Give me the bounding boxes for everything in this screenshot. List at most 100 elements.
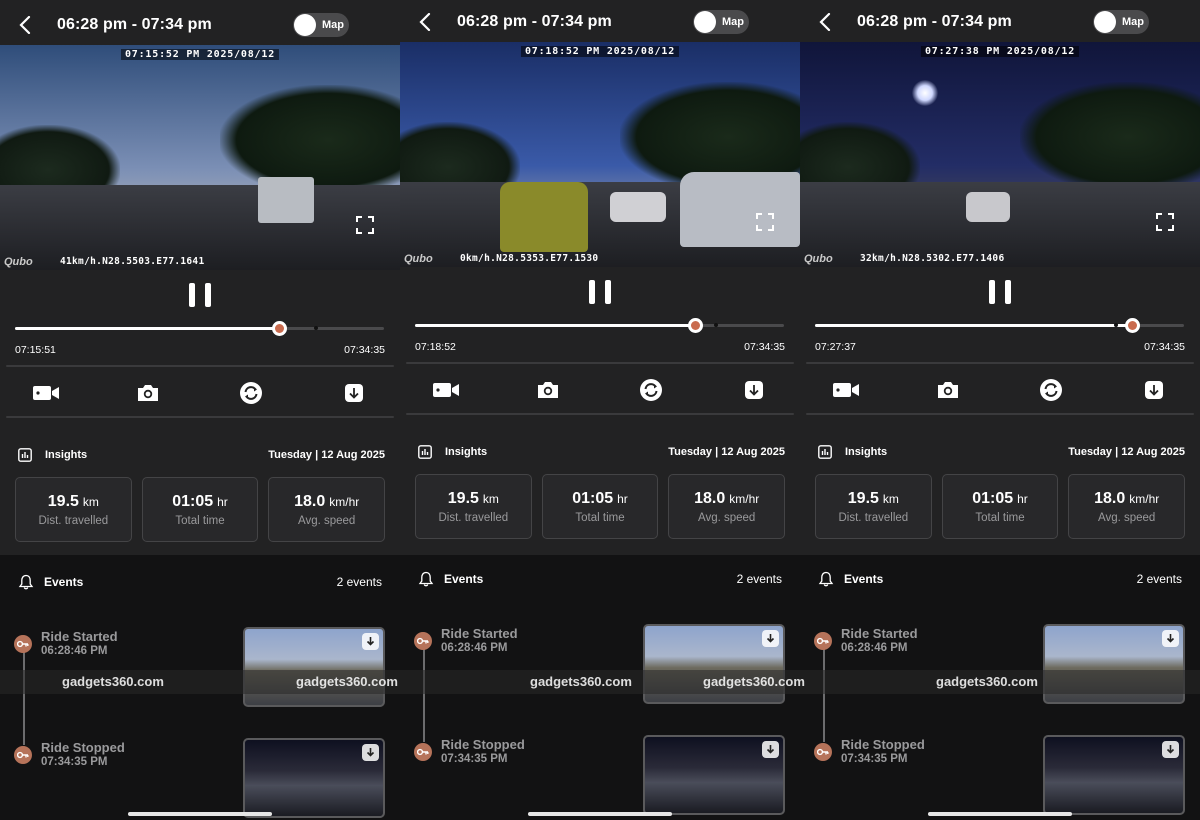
events-count: 2 events bbox=[336, 575, 382, 589]
card-unit: km/hr bbox=[729, 491, 760, 506]
key-icon bbox=[14, 635, 32, 653]
total-time-card: 01:05 hr Total time bbox=[941, 474, 1059, 539]
back-arrow-icon bbox=[419, 13, 431, 31]
playback-scrubber[interactable] bbox=[15, 321, 384, 336]
record-video-button[interactable] bbox=[432, 378, 460, 402]
download-button[interactable] bbox=[340, 381, 368, 405]
scrubber-progress bbox=[15, 327, 280, 330]
fullscreen-button[interactable] bbox=[756, 213, 774, 231]
dashcam-video[interactable]: 07:27:38 PM 2025/08/12 Qubo 32km/h.N28.530… bbox=[800, 42, 1200, 267]
timeline-line bbox=[23, 645, 25, 745]
card-value: 18.0 bbox=[1094, 489, 1126, 507]
back-button[interactable] bbox=[816, 11, 834, 33]
camera-icon bbox=[538, 382, 558, 398]
video-timestamp: 07:27:38 PM 2025/08/12 bbox=[920, 46, 1080, 57]
home-indicator bbox=[528, 812, 672, 816]
download-icon bbox=[345, 384, 363, 402]
card-value: 19.5 bbox=[47, 492, 79, 510]
camera-icon bbox=[138, 385, 158, 401]
watermark-text: gadgets360.com bbox=[296, 674, 398, 689]
back-arrow-icon bbox=[819, 13, 831, 31]
sync-button[interactable] bbox=[637, 378, 665, 402]
event-time: 06:28:46 PM bbox=[841, 642, 908, 654]
fullscreen-button[interactable] bbox=[356, 216, 374, 234]
event-video-thumbnail[interactable] bbox=[243, 627, 385, 707]
thumbnail-download-button[interactable] bbox=[362, 633, 379, 650]
card-unit: hr bbox=[617, 491, 628, 506]
snapshot-button[interactable] bbox=[134, 381, 162, 405]
card-value-row: 18.0 km/hr bbox=[1094, 490, 1159, 508]
card-value: 01:05 bbox=[172, 492, 214, 510]
key-icon bbox=[414, 632, 432, 650]
card-caption: Avg. speed bbox=[1098, 511, 1156, 524]
card-value: 18.0 bbox=[694, 489, 726, 507]
playback-scrubber[interactable] bbox=[815, 318, 1184, 333]
thumbnail-download-button[interactable] bbox=[762, 630, 779, 647]
events-title: Events bbox=[44, 575, 84, 589]
insight-cards: 19.5 km Dist. travelled 01:05 hr Total time 18… bbox=[415, 474, 786, 539]
sync-button[interactable] bbox=[1037, 378, 1065, 402]
event-time: 07:34:35 PM bbox=[41, 756, 108, 768]
event-video-thumbnail[interactable] bbox=[643, 735, 785, 815]
snapshot-button[interactable] bbox=[534, 378, 562, 402]
record-video-button[interactable] bbox=[832, 378, 860, 402]
map-toggle[interactable]: Map bbox=[693, 10, 749, 34]
home-indicator bbox=[928, 812, 1072, 816]
chart-icon bbox=[18, 448, 32, 462]
gps-readout: 0km/h.N28.5353.E77.1530 bbox=[460, 253, 599, 264]
record-video-button[interactable] bbox=[32, 381, 60, 405]
avg-speed-card: 18.0 km/hr Avg. speed bbox=[668, 474, 786, 539]
ride-time-range: 06:28 pm - 07:34 pm bbox=[857, 13, 1012, 30]
card-value-row: 01:05 hr bbox=[172, 493, 228, 511]
map-toggle[interactable]: Map bbox=[293, 13, 349, 37]
pause-button[interactable] bbox=[989, 280, 1011, 306]
card-caption: Avg. speed bbox=[698, 511, 756, 524]
key-icon bbox=[14, 746, 32, 764]
pause-button[interactable] bbox=[589, 280, 611, 306]
toggle-knob bbox=[694, 11, 716, 33]
event-video-thumbnail[interactable] bbox=[243, 738, 385, 818]
download-button[interactable] bbox=[1140, 378, 1168, 402]
gps-readout: 32km/h.N28.5302.E77.1406 bbox=[860, 253, 1005, 264]
back-arrow-icon bbox=[19, 16, 31, 34]
back-button[interactable] bbox=[16, 14, 34, 36]
map-toggle[interactable]: Map bbox=[1093, 10, 1149, 34]
distance-card: 19.5 km Dist. travelled bbox=[15, 477, 132, 542]
thumbnail-download-button[interactable] bbox=[362, 744, 379, 761]
watermark-text: gadgets360.com bbox=[703, 674, 805, 689]
playback-scrubber[interactable] bbox=[415, 318, 784, 333]
divider bbox=[6, 365, 394, 367]
thumbnail-download-button[interactable] bbox=[762, 741, 779, 758]
divider bbox=[406, 362, 794, 364]
thumbnail-download-button[interactable] bbox=[1162, 741, 1179, 758]
thumbnail-download-button[interactable] bbox=[1162, 630, 1179, 647]
download-icon bbox=[1166, 634, 1175, 643]
scene-streetlight bbox=[912, 80, 938, 106]
event-video-thumbnail[interactable] bbox=[1043, 735, 1185, 815]
card-unit: hr bbox=[1017, 491, 1028, 506]
gps-readout: 41km/h.N28.5503.E77.1641 bbox=[60, 256, 205, 267]
insights-title: Insights bbox=[45, 449, 88, 461]
qubo-logo: Qubo bbox=[4, 256, 33, 268]
back-button[interactable] bbox=[416, 11, 434, 33]
video-camera-icon bbox=[33, 386, 59, 400]
sync-button[interactable] bbox=[237, 381, 265, 405]
current-time: 07:18:52 bbox=[415, 341, 456, 353]
snapshot-button[interactable] bbox=[934, 378, 962, 402]
dashcam-video[interactable]: 07:18:52 PM 2025/08/12 Qubo 0km/h.N28.5353… bbox=[400, 42, 800, 267]
scene-autorickshaw bbox=[500, 182, 588, 252]
distance-card: 19.5 km Dist. travelled bbox=[415, 474, 532, 539]
card-value-row: 19.5 km bbox=[448, 490, 499, 508]
download-button[interactable] bbox=[740, 378, 768, 402]
total-time-card: 01:05 hr Total time bbox=[141, 477, 259, 542]
insights-header: Insights Tuesday | 12 Aug 2025 bbox=[18, 445, 385, 465]
dashcam-video[interactable]: 07:15:52 PM 2025/08/12 Qubo 41km/h.N28.550… bbox=[0, 45, 400, 270]
key-icon bbox=[814, 632, 832, 650]
map-toggle-label: Map bbox=[1122, 16, 1144, 28]
fullscreen-button[interactable] bbox=[1156, 213, 1174, 231]
events-count: 2 events bbox=[736, 572, 782, 586]
pause-button[interactable] bbox=[189, 283, 211, 309]
scene-car bbox=[610, 192, 666, 222]
video-camera-icon bbox=[833, 383, 859, 397]
download-icon bbox=[366, 637, 375, 646]
